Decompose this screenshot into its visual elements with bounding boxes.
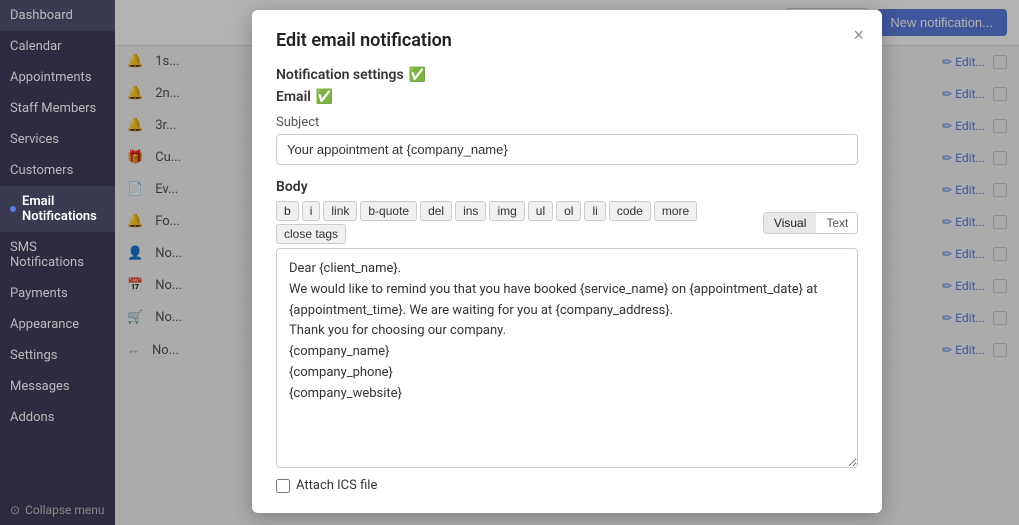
italic-button[interactable]: i [302,201,321,221]
subject-input[interactable] [276,134,858,165]
collapse-menu-button[interactable]: ⊙ Collapse menu [0,495,115,525]
del-button[interactable]: del [420,201,452,221]
ul-button[interactable]: ul [528,201,553,221]
img-button[interactable]: img [489,201,524,221]
modal-title: Edit email notification [276,30,858,51]
sidebar-item-label: Appointments [10,70,92,85]
sidebar-item-label: Settings [10,348,57,363]
sidebar-item-label: Addons [10,410,54,425]
modal-close-button[interactable]: × [853,26,864,44]
check-circle-icon-email: ✅ [316,89,333,105]
sidebar-item-label: Email Notifications [22,194,105,224]
sidebar-item-dashboard[interactable]: Dashboard [0,0,115,31]
sidebar-item-settings[interactable]: Settings [0,340,115,371]
more-button[interactable]: more [654,201,697,221]
subject-field-label: Subject [276,115,858,130]
sidebar-item-appearance[interactable]: Appearance [0,309,115,340]
sidebar-item-label: Calendar [10,39,62,54]
collapse-icon: ⊙ [10,503,20,517]
sidebar-item-payments[interactable]: Payments [0,278,115,309]
ins-button[interactable]: ins [455,201,486,221]
attach-ics-row: Attach ICS file [276,478,858,493]
code-button[interactable]: code [609,201,651,221]
sidebar-item-label: Staff Members [10,101,96,116]
attach-ics-checkbox[interactable] [276,479,290,493]
sidebar-item-label: Messages [10,379,70,394]
sidebar-item-addons[interactable]: Addons [0,402,115,433]
sidebar-item-email-notifications[interactable]: Email Notifications [0,186,115,232]
sidebar: Dashboard Calendar Appointments Staff Me… [0,0,115,525]
ol-button[interactable]: ol [556,201,581,221]
edit-email-notification-modal: Edit email notification × Notification s… [252,10,882,513]
sidebar-item-label: Dashboard [10,8,73,23]
sidebar-item-label: Customers [10,163,73,178]
view-toggle: Visual Text [763,212,858,234]
sidebar-item-label: Payments [10,286,68,301]
notification-settings-section: Notification settings ✅ [276,67,858,83]
collapse-menu-label: Collapse menu [25,503,104,517]
body-label: Body [276,179,858,195]
attach-ics-label: Attach ICS file [296,478,377,493]
editor-format-buttons: b i link b-quote del ins img ul ol li co… [276,201,763,244]
body-editor[interactable]: Dear {client_name}. We would like to rem… [276,248,858,468]
li-button[interactable]: li [584,201,605,221]
email-label: Email [276,89,311,105]
bold-button[interactable]: b [276,201,299,221]
sidebar-item-appointments[interactable]: Appointments [0,62,115,93]
sidebar-item-customers[interactable]: Customers [0,155,115,186]
sidebar-item-staff-members[interactable]: Staff Members [0,93,115,124]
sidebar-item-label: Services [10,132,59,147]
editor-toolbar: b i link b-quote del ins img ul ol li co… [276,201,858,244]
sidebar-item-label: SMS Notifications [10,240,105,270]
close-tags-button[interactable]: close tags [276,224,346,244]
modal-overlay: Edit email notification × Notification s… [115,0,1019,525]
sidebar-item-messages[interactable]: Messages [0,371,115,402]
notification-settings-label: Notification settings [276,67,404,83]
visual-view-button[interactable]: Visual [764,213,816,233]
sidebar-item-label: Appearance [10,317,79,332]
sidebar-item-services[interactable]: Services [0,124,115,155]
main-content: Settings... New notification... 🔔 1s... … [115,0,1019,525]
blockquote-button[interactable]: b-quote [360,201,417,221]
check-circle-icon: ✅ [409,67,426,83]
active-indicator [10,206,16,212]
text-view-button[interactable]: Text [816,213,858,233]
sidebar-item-sms-notifications[interactable]: SMS Notifications [0,232,115,278]
email-section: Email ✅ [276,89,858,105]
link-button[interactable]: link [323,201,357,221]
sidebar-item-calendar[interactable]: Calendar [0,31,115,62]
